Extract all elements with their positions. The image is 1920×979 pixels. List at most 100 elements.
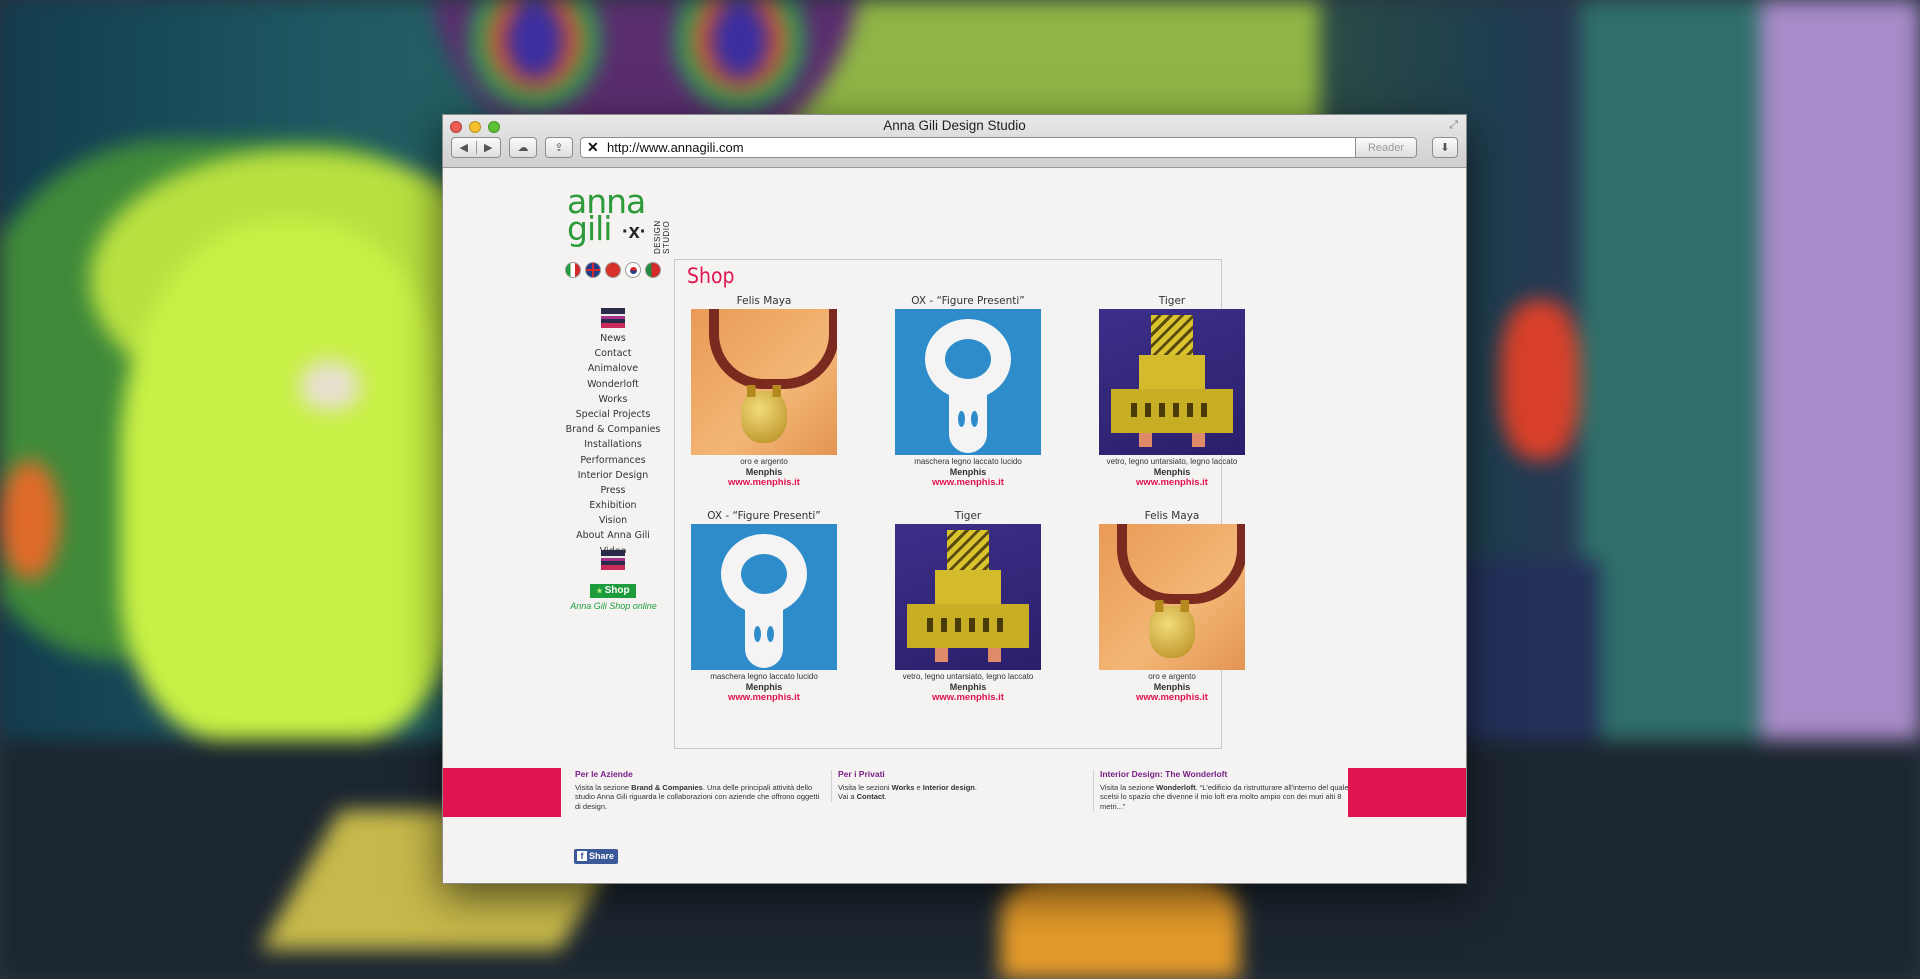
- fullscreen-icon[interactable]: ⤢: [1449, 119, 1458, 132]
- footer-text: Vai a: [838, 792, 857, 801]
- product-card[interactable]: Tiger vetro, legno untarsiato, legno lac…: [1092, 293, 1252, 489]
- footer-accent-right: [1348, 768, 1466, 817]
- footer-text: e: [914, 782, 923, 792]
- menu-item-exhibition[interactable]: Exhibition: [538, 498, 688, 513]
- product-card[interactable]: OX - “Figure Presenti” maschera legno la…: [684, 508, 844, 704]
- downloads-icon[interactable]: ⬇: [1432, 137, 1458, 158]
- footer-text: Visita la sezione: [1100, 782, 1157, 792]
- product-image[interactable]: [1099, 309, 1245, 455]
- product-name: OX - “Figure Presenti”: [911, 295, 1025, 307]
- product-card[interactable]: Felis Maya oro e argento Menphis www.men…: [684, 293, 844, 489]
- web-page: anna gili ·x· DESIGN STUDIO News Contact…: [443, 168, 1466, 883]
- product-link[interactable]: www.menphis.it: [888, 477, 1048, 489]
- product-card[interactable]: Tiger vetro, legno untarsiato, legno lac…: [888, 508, 1048, 704]
- panel-title: Shop: [687, 264, 735, 288]
- footer-band: Per le Aziende Visita la sezione Brand &…: [443, 768, 1466, 817]
- korean-flag-icon[interactable]: [625, 262, 641, 278]
- share-label: Share: [589, 851, 615, 861]
- back-arrow-icon[interactable]: ◀: [452, 141, 476, 154]
- forward-arrow-icon[interactable]: ▶: [475, 141, 501, 154]
- product-name: Tiger: [954, 510, 982, 522]
- menu-item-wonderloft[interactable]: Wonderloft: [538, 377, 688, 392]
- product-link[interactable]: www.menphis.it: [684, 692, 844, 704]
- footer-title[interactable]: Per i Privati: [838, 769, 1088, 780]
- menu-item-installations[interactable]: Installations: [538, 437, 688, 452]
- menu-item-animalove[interactable]: Animalove: [538, 361, 688, 376]
- chinese-flag-icon[interactable]: [605, 262, 621, 278]
- product-card[interactable]: Felis Maya oro e argento Menphis www.men…: [1092, 508, 1252, 704]
- product-image[interactable]: [895, 524, 1041, 670]
- menu-item-news[interactable]: News: [538, 331, 688, 346]
- footer-link-contact[interactable]: Contact: [857, 792, 885, 801]
- url-text[interactable]: http://www.annagili.com: [607, 140, 1358, 155]
- product-link[interactable]: www.menphis.it: [1092, 692, 1252, 704]
- share-icon[interactable]: ⇪: [545, 137, 573, 158]
- product-image[interactable]: [1099, 524, 1245, 670]
- back-forward-group: ◀ ▶: [451, 137, 501, 158]
- product-description: oro e argento: [740, 457, 788, 466]
- logo-face-icon: ·x·: [622, 221, 647, 243]
- product-brand: Menphis: [745, 682, 783, 692]
- footer-column-companies: Per le Aziende Visita la sezione Brand &…: [575, 769, 825, 811]
- product-link[interactable]: www.menphis.it: [684, 477, 844, 489]
- browser-window: Anna Gili Design Studio ⤢ ◀ ▶ ☁ ⇪ ✕ http…: [442, 114, 1467, 884]
- address-bar[interactable]: ✕ http://www.annagili.com ↻: [580, 137, 1377, 158]
- product-image[interactable]: [691, 524, 837, 670]
- menu-item-contact[interactable]: Contact: [538, 346, 688, 361]
- menu-item-about[interactable]: About Anna Gili: [538, 528, 688, 543]
- footer-link-wonderloft[interactable]: Wonderloft: [1156, 783, 1195, 792]
- product-description: maschera legno laccato lucido: [710, 672, 818, 681]
- menu-item-brand-companies[interactable]: Brand & Companies: [538, 422, 688, 437]
- reader-button[interactable]: Reader: [1355, 137, 1417, 158]
- product-link[interactable]: www.menphis.it: [1092, 477, 1252, 489]
- product-brand: Menphis: [1153, 467, 1191, 477]
- product-description: vetro, legno untarsiato, legno laccato: [902, 672, 1034, 681]
- language-flags: [565, 262, 661, 278]
- product-description: vetro, legno untarsiato, legno laccato: [1106, 457, 1238, 466]
- footer-link-interior-design[interactable]: Interior design: [923, 783, 975, 792]
- facebook-icon: f: [577, 851, 587, 861]
- italian-flag-icon[interactable]: [565, 262, 581, 278]
- english-flag-icon[interactable]: [585, 262, 601, 278]
- shop-button[interactable]: Shop: [590, 584, 636, 598]
- portuguese-flag-icon[interactable]: [645, 262, 661, 278]
- footer-column-private: Per i Privati Visita le sezioni Works e …: [831, 769, 1088, 802]
- shop-online-link[interactable]: Anna Gili Shop online: [551, 601, 676, 611]
- product-brand: Menphis: [949, 682, 987, 692]
- footer-title[interactable]: Per le Aziende: [575, 769, 825, 780]
- browser-toolbar: Anna Gili Design Studio ⤢ ◀ ▶ ☁ ⇪ ✕ http…: [443, 115, 1466, 168]
- footer-column-wonderloft: Interior Design: The Wonderloft Visita l…: [1093, 769, 1350, 811]
- menu-item-performances[interactable]: Performances: [538, 453, 688, 468]
- footer-text: .: [974, 782, 977, 792]
- product-description: maschera legno laccato lucido: [914, 457, 1022, 466]
- menu-item-special-projects[interactable]: Special Projects: [538, 407, 688, 422]
- footer-link-works[interactable]: Works: [892, 783, 915, 792]
- decorative-stripes-icon: [601, 550, 625, 570]
- window-title: Anna Gili Design Studio: [883, 118, 1026, 133]
- footer-text: Visita le sezioni: [838, 782, 892, 792]
- footer-text: .: [884, 792, 887, 801]
- product-brand: Menphis: [949, 467, 987, 477]
- footer-link-brand-companies[interactable]: Brand & Companies: [631, 783, 703, 792]
- menu-item-interior-design[interactable]: Interior Design: [538, 468, 688, 483]
- shop-panel: Shop Felis Maya oro e argento Menphis ww…: [674, 259, 1245, 749]
- facebook-share-button[interactable]: f Share: [574, 849, 618, 864]
- product-name: Felis Maya: [736, 295, 792, 307]
- footer-text: Visita la sezione: [575, 782, 632, 792]
- product-description: oro e argento: [1148, 672, 1196, 681]
- logo-design-studio: DESIGN STUDIO: [653, 220, 671, 254]
- product-name: Tiger: [1158, 295, 1186, 307]
- icloud-tabs-icon[interactable]: ☁: [509, 137, 537, 158]
- main-menu: News Contact Animalove Wonderloft Works …: [538, 331, 688, 559]
- product-card[interactable]: OX - “Figure Presenti” maschera legno la…: [888, 293, 1048, 489]
- menu-item-vision[interactable]: Vision: [538, 513, 688, 528]
- menu-item-press[interactable]: Press: [538, 483, 688, 498]
- product-link[interactable]: www.menphis.it: [888, 692, 1048, 704]
- product-image[interactable]: [691, 309, 837, 455]
- product-name: Felis Maya: [1144, 510, 1200, 522]
- product-image[interactable]: [895, 309, 1041, 455]
- menu-item-works[interactable]: Works: [538, 392, 688, 407]
- product-name: OX - “Figure Presenti”: [707, 510, 821, 522]
- site-logo[interactable]: anna gili ·x· DESIGN STUDIO: [567, 185, 671, 254]
- footer-title[interactable]: Interior Design: The Wonderloft: [1100, 769, 1350, 780]
